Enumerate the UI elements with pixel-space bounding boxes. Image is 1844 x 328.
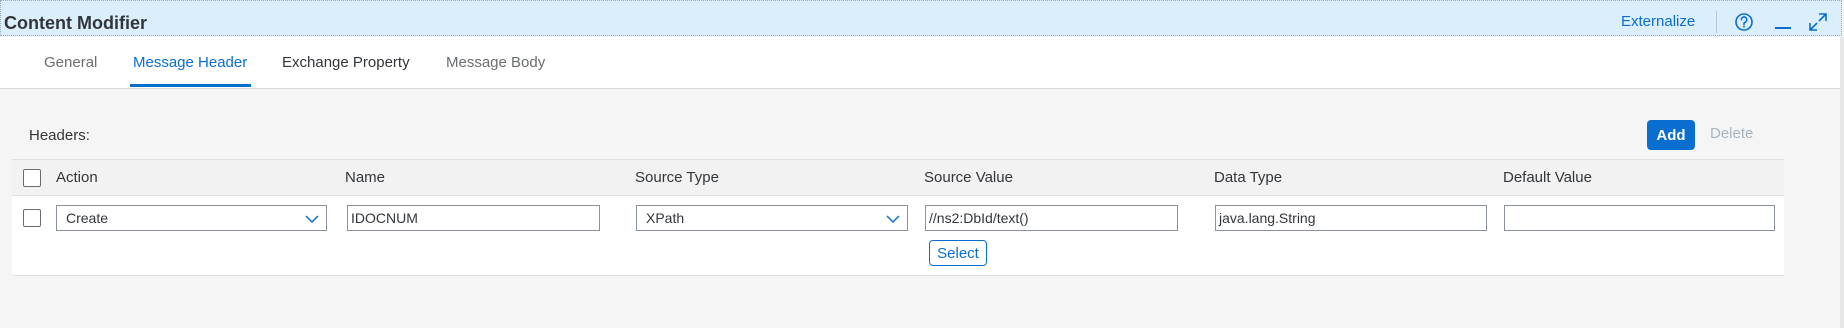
row-checkbox[interactable] xyxy=(23,209,41,227)
tab-exchange-property[interactable]: Exchange Property xyxy=(282,53,410,73)
source-value-input[interactable]: //ns2:DbId/text() xyxy=(925,205,1178,231)
column-header-name: Name xyxy=(345,169,386,186)
source-value-input-value: //ns2:DbId/text() xyxy=(929,210,1029,226)
headers-label: Headers: xyxy=(29,127,90,144)
select-button[interactable]: Select xyxy=(929,240,987,266)
dialog-title: Content Modifier xyxy=(4,13,147,33)
tab-message-header[interactable]: Message Header xyxy=(133,53,247,73)
data-type-input[interactable]: java.lang.String xyxy=(1215,205,1487,231)
chevron-down-icon xyxy=(885,211,901,227)
add-button[interactable]: Add xyxy=(1647,120,1695,150)
header-divider xyxy=(1716,11,1717,33)
column-header-action: Action xyxy=(56,169,98,186)
action-select[interactable]: Create xyxy=(56,205,327,231)
name-input[interactable]: IDOCNUM xyxy=(347,205,600,231)
action-select-value: Create xyxy=(66,210,109,226)
column-header-default-value: Default Value xyxy=(1503,169,1592,186)
maximize-icon[interactable] xyxy=(1806,10,1830,34)
dialog-header: Content Modifier Externalize xyxy=(0,0,1842,36)
data-type-input-value: java.lang.String xyxy=(1219,210,1316,226)
vertical-scrollbar[interactable] xyxy=(1840,37,1844,328)
table-header-row: Action Name Source Type Source Value Dat… xyxy=(12,159,1784,196)
minimize-icon[interactable] xyxy=(1771,10,1795,34)
tab-message-body[interactable]: Message Body xyxy=(446,53,545,73)
table-row: Create IDOCNUM XPath //ns2:DbId/text() j… xyxy=(12,196,1784,276)
tab-bar: General Message Header Exchange Property… xyxy=(0,37,1844,89)
chevron-down-icon xyxy=(304,211,320,227)
source-type-select[interactable]: XPath xyxy=(636,205,908,231)
help-icon[interactable] xyxy=(1732,10,1756,34)
externalize-link[interactable]: Externalize xyxy=(1621,12,1695,32)
column-header-data-type: Data Type xyxy=(1214,169,1283,186)
default-value-input[interactable] xyxy=(1504,205,1775,231)
select-all-checkbox[interactable] xyxy=(23,169,41,187)
active-tab-indicator xyxy=(130,84,251,87)
column-header-source-value: Source Value xyxy=(924,169,1013,186)
name-input-value: IDOCNUM xyxy=(351,210,418,226)
headers-table: Action Name Source Type Source Value Dat… xyxy=(12,159,1784,276)
source-type-select-value: XPath xyxy=(646,210,685,226)
tab-general[interactable]: General xyxy=(44,53,97,73)
delete-button[interactable]: Delete xyxy=(1710,124,1753,144)
column-header-source-type: Source Type xyxy=(635,169,719,186)
